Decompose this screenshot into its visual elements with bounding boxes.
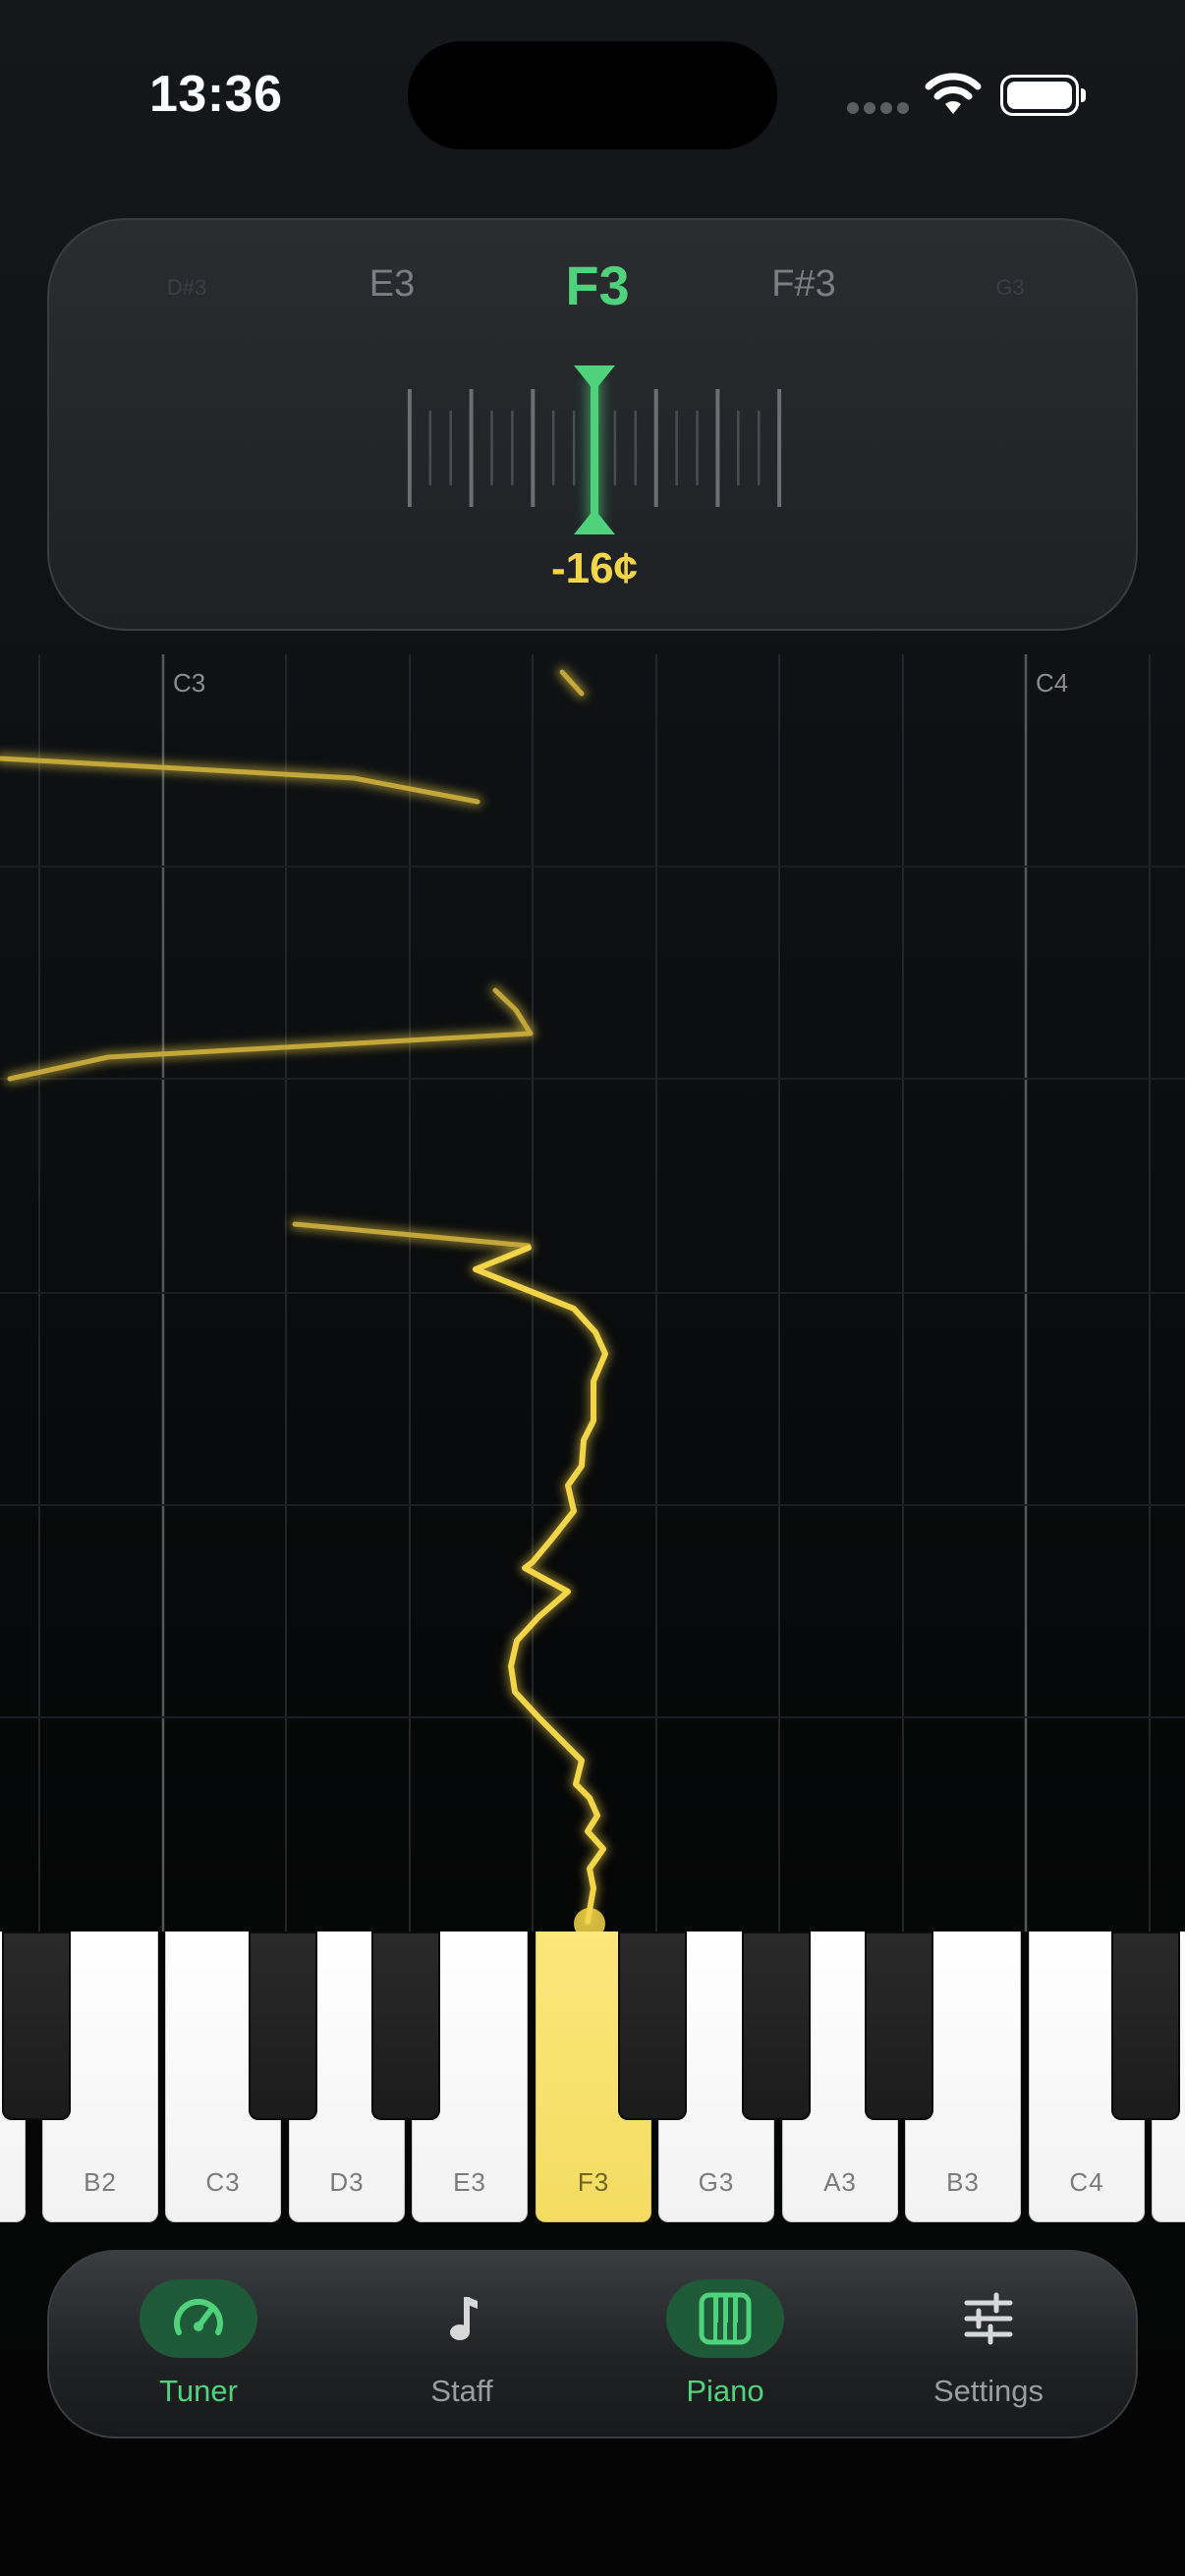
- note-next-1: F#3: [771, 263, 836, 305]
- note-current: F3: [565, 254, 630, 316]
- tab-tuner[interactable]: Tuner: [100, 2252, 297, 2440]
- meter-needle: [574, 365, 615, 534]
- piano-key-d-sharp-3[interactable]: [371, 1932, 440, 2120]
- music-note-icon: [450, 2297, 478, 2340]
- pitch-trace: [0, 667, 610, 1927]
- pitch-cursor-dot: [574, 1908, 605, 1932]
- pitch-graph: C3 C4: [0, 654, 1185, 1932]
- cents-meter: [407, 365, 782, 534]
- gauge-icon: [174, 2298, 223, 2335]
- axis-label-c3: C3: [173, 668, 206, 698]
- tab-bar: Tuner Staff Piano Settings: [47, 2250, 1138, 2438]
- piano-icon: [699, 2292, 752, 2345]
- piano-key-c-sharp-3[interactable]: [249, 1932, 317, 2120]
- wifi-icon: [925, 73, 982, 114]
- piano-key-f-sharp-3[interactable]: [618, 1932, 687, 2120]
- tuner-card: D#3 E3 F3 F#3 G3 -16¢: [47, 218, 1138, 631]
- tab-staff[interactable]: Staff: [364, 2252, 560, 2440]
- piano-key-a-sharp-3[interactable]: [865, 1932, 933, 2120]
- battery-icon: [1000, 75, 1086, 116]
- pitch-grid: [0, 654, 1185, 1932]
- tab-settings[interactable]: Settings: [890, 2252, 1087, 2440]
- tab-piano[interactable]: Piano: [627, 2252, 823, 2440]
- piano-keyboard[interactable]: B2 C3 D3 E3 F3 G3 A3 B3 C4: [0, 1932, 1185, 2226]
- piano-key-c-sharp-4[interactable]: [1111, 1932, 1180, 2120]
- note-next-2: G3: [995, 275, 1025, 300]
- cellular-signal-icon: [847, 102, 909, 116]
- sliders-icon: [964, 2292, 1013, 2345]
- note-prev-1: E3: [368, 263, 416, 305]
- note-prev-2: D#3: [166, 275, 207, 300]
- cents-readout: -16¢: [550, 544, 639, 592]
- piano-key-a-sharp-2[interactable]: [2, 1932, 71, 2120]
- piano-key-g-sharp-3[interactable]: [742, 1932, 811, 2120]
- dynamic-island: [408, 41, 777, 149]
- status-time: 13:36: [149, 66, 283, 123]
- axis-label-c4: C4: [1036, 668, 1069, 698]
